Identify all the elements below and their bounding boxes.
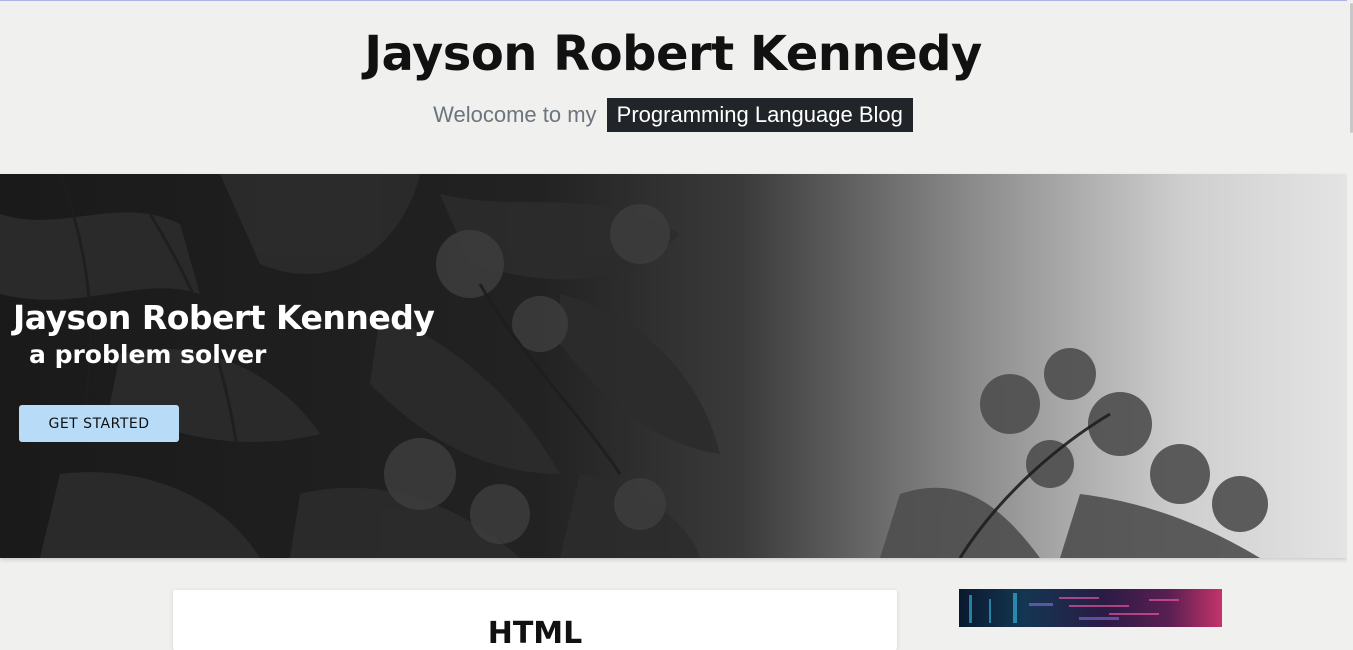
post-card-title: HTML: [487, 616, 583, 650]
tagline: Welocome to my Programming Language Blog: [0, 98, 1346, 132]
sidebar-image-graphic: [969, 593, 1179, 623]
post-card-html[interactable]: HTML: [173, 590, 897, 650]
hero-banner: Jayson Robert Kennedy a problem solver G…: [0, 174, 1347, 558]
hero-subtitle: a problem solver: [29, 340, 267, 369]
tagline-badge: Programming Language Blog: [606, 98, 913, 132]
get-started-button[interactable]: GET STARTED: [19, 405, 179, 442]
tagline-prefix: Welocome to my: [433, 102, 597, 127]
sidebar-image: [959, 589, 1222, 627]
site-title: Jayson Robert Kennedy: [364, 26, 982, 82]
site-header: Jayson Robert Kennedy Welocome to my Pro…: [0, 0, 1353, 174]
hero-title: Jayson Robert Kennedy: [13, 298, 435, 337]
